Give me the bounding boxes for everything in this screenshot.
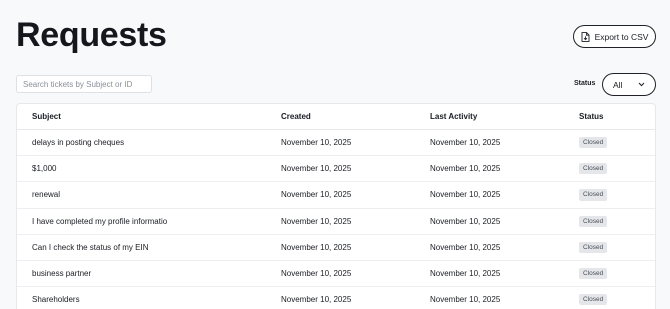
- last-activity-cell: November 10, 2025: [430, 269, 501, 279]
- status-select-value: All: [613, 79, 623, 90]
- subject-cell[interactable]: $1,000: [17, 164, 266, 173]
- last-activity-cell: November 10, 2025: [430, 216, 501, 226]
- status-filter-label: Status: [574, 80, 596, 87]
- created-cell: November 10, 2025: [281, 164, 352, 174]
- subject-cell[interactable]: I have completed my profile informatio: [17, 217, 266, 226]
- subject-cell[interactable]: Can I check the status of my EIN: [17, 243, 266, 252]
- column-header-status[interactable]: Status: [564, 112, 655, 121]
- table-row[interactable]: $1,000 November 10, 2025 November 10, 20…: [17, 156, 655, 183]
- table-row[interactable]: renewal November 10, 2025 November 10, 2…: [17, 182, 655, 209]
- export-csv-button[interactable]: Export to CSV: [573, 25, 656, 48]
- created-cell: November 10, 2025: [281, 269, 352, 279]
- last-activity-cell: November 10, 2025: [430, 164, 501, 174]
- chevron-down-icon: [638, 82, 645, 87]
- created-cell: November 10, 2025: [281, 216, 352, 226]
- table-row[interactable]: business partner November 10, 2025 Novem…: [17, 261, 655, 288]
- table-row[interactable]: delays in posting cheques November 10, 2…: [17, 130, 655, 157]
- search-input[interactable]: [16, 75, 152, 93]
- created-cell: November 10, 2025: [281, 242, 352, 252]
- status-select[interactable]: All: [602, 73, 656, 96]
- column-header-last-activity[interactable]: Last Activity: [415, 112, 564, 121]
- table-row[interactable]: Shareholders November 10, 2025 November …: [17, 287, 655, 309]
- status-badge: Closed: [579, 163, 608, 175]
- table-row[interactable]: I have completed my profile informatio N…: [17, 209, 655, 235]
- last-activity-cell: November 10, 2025: [430, 190, 501, 200]
- created-cell: November 10, 2025: [281, 295, 352, 305]
- last-activity-cell: November 10, 2025: [430, 138, 501, 148]
- last-activity-cell: November 10, 2025: [430, 295, 501, 305]
- status-badge: Closed: [579, 137, 608, 149]
- table-row[interactable]: Can I check the status of my EIN Novembe…: [17, 235, 655, 261]
- subject-cell[interactable]: Shareholders: [17, 295, 266, 304]
- created-cell: November 10, 2025: [281, 138, 352, 148]
- status-badge: Closed: [579, 215, 608, 227]
- status-badge: Closed: [579, 267, 608, 280]
- last-activity-cell: November 10, 2025: [430, 242, 501, 252]
- table-header: Subject Created Last Activity Status: [17, 104, 655, 130]
- page-title: Requests: [16, 16, 167, 54]
- file-export-icon: [581, 31, 590, 42]
- status-badge: Closed: [579, 189, 608, 201]
- column-header-created[interactable]: Created: [266, 112, 415, 121]
- requests-table: Subject Created Last Activity Status del…: [16, 103, 656, 309]
- export-csv-label: Export to CSV: [594, 31, 649, 42]
- subject-cell[interactable]: business partner: [17, 269, 266, 278]
- requests-page: Requests Export to CSV Status All Subjec…: [0, 0, 670, 309]
- subject-cell[interactable]: delays in posting cheques: [17, 138, 266, 147]
- status-badge: Closed: [579, 241, 608, 253]
- created-cell: November 10, 2025: [281, 190, 352, 200]
- status-badge: Closed: [579, 294, 608, 306]
- column-header-subject[interactable]: Subject: [17, 112, 266, 121]
- subject-cell[interactable]: renewal: [17, 190, 266, 199]
